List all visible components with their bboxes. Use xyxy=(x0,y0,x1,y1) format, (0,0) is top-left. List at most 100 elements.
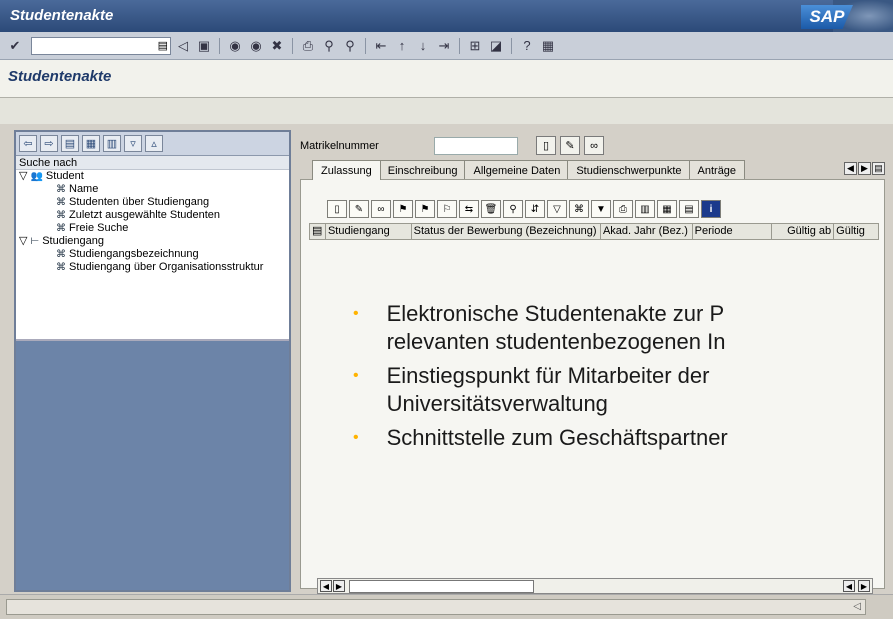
new-document-icon[interactable]: ▯ xyxy=(536,136,556,155)
find-icon[interactable]: ⚲ xyxy=(320,37,338,55)
spreadsheet-icon[interactable]: ▦ xyxy=(657,200,677,218)
bullet-item: • Elektronische Studentenakte zur Prelev… xyxy=(353,301,726,354)
scroll-left-icon[interactable]: ◀ xyxy=(320,580,332,592)
application-toolbar xyxy=(0,98,893,124)
scroll-left-end-icon[interactable]: ◀ xyxy=(843,580,855,592)
layout-grid-icon[interactable]: ▤ xyxy=(679,200,699,218)
table-icon[interactable]: ▥ xyxy=(103,135,121,152)
display-glasses-icon[interactable]: ∞ xyxy=(584,136,604,155)
col-gueltig-ab[interactable]: Gültig ab xyxy=(772,224,835,239)
col-gueltig[interactable]: Gültig xyxy=(834,224,878,239)
tab-allgemeine-daten[interactable]: Allgemeine Daten xyxy=(464,160,570,180)
filter-icon[interactable]: ▽ xyxy=(547,200,567,218)
info-icon[interactable]: i xyxy=(701,200,721,218)
layout-icon[interactable]: ▦ xyxy=(539,37,557,55)
forward-nav-icon[interactable]: ⇨ xyxy=(40,135,58,152)
new-session-icon[interactable]: ⊞ xyxy=(466,37,484,55)
tab-prev-icon[interactable]: ◀ xyxy=(844,162,857,175)
back-icon[interactable]: ◉ xyxy=(226,37,244,55)
dropdown-icon[interactable]: ▤ xyxy=(158,39,168,52)
tab-strip: Zulassung Einschreibung Allgemeine Daten… xyxy=(312,160,746,180)
window-title: Studentenakte xyxy=(10,7,114,24)
create-icon[interactable]: ▯ xyxy=(327,200,347,218)
tree-node-freie-suche[interactable]: ⌘ Freie Suche xyxy=(16,222,289,235)
scroll-right-end-icon[interactable]: ▶ xyxy=(858,580,870,592)
overlay-bullets: • Elektronische Studentenakte zur Prelev… xyxy=(353,300,893,458)
separator xyxy=(511,37,512,54)
cancel-icon[interactable]: ✖ xyxy=(268,37,286,55)
print-grid-icon[interactable]: ⎙ xyxy=(613,200,633,218)
tab-content: ▯ ✎ ∞ ⚑ ⚑ ⚐ ⇆ 🗑 ⚲ ⇵ ▽ ⌘ ▼ ⎙ ▥ ▦ ▤ i ▤ St… xyxy=(300,179,885,594)
collapse-triangle-icon[interactable]: ▽ xyxy=(19,170,27,183)
tree-node-studiengang[interactable]: ▽ ⊢ Studiengang xyxy=(16,235,289,248)
tab-einschreibung[interactable]: Einschreibung xyxy=(378,160,467,180)
flag-red-icon[interactable]: ⚑ xyxy=(415,200,435,218)
tree-node-studenten-ueber-studiengang[interactable]: ⌘ Studenten über Studiengang xyxy=(16,196,289,209)
horizontal-scrollbar[interactable]: ◀ ▶ ◀ ▶ xyxy=(317,578,873,594)
save-icon[interactable]: ▣ xyxy=(195,37,213,55)
tree-node-zuletzt-ausgewaehlte[interactable]: ⌘ Zuletzt ausgewählte Studenten xyxy=(16,209,289,222)
col-akad-jahr[interactable]: Akad. Jahr (Bez.) xyxy=(601,224,693,239)
select-all-icon[interactable]: ▤ xyxy=(310,224,326,239)
scroll-right-icon[interactable]: ▶ xyxy=(333,580,345,592)
window-titlebar: Studentenakte SAP xyxy=(0,0,893,32)
standard-toolbar: ✔ ▤ ◁ ▣ ◉ ◉ ✖ ⎙ ⚲ ⚲ ⇤ ↑ ↓ ⇥ ⊞ ◪ ? ▦ xyxy=(0,32,893,60)
tree-node-student[interactable]: ▽ 👥 Student xyxy=(16,170,289,183)
exit-icon[interactable]: ◉ xyxy=(247,37,265,55)
display-icon[interactable]: ∞ xyxy=(371,200,391,218)
sort-icon[interactable]: ⇵ xyxy=(525,200,545,218)
shortcut-icon[interactable]: ◪ xyxy=(487,37,505,55)
tree-node-studiengang-org[interactable]: ⌘ Studiengang über Organisationsstruktur xyxy=(16,261,289,274)
next-page-icon[interactable]: ↓ xyxy=(414,37,432,55)
tab-antraege[interactable]: Anträge xyxy=(688,160,746,180)
bullet-dot-icon: • xyxy=(353,429,359,446)
matrikel-input[interactable] xyxy=(434,137,518,155)
help-icon[interactable]: ? xyxy=(518,37,536,55)
print-icon[interactable]: ⎙ xyxy=(299,37,317,55)
tab-next-icon[interactable]: ▶ xyxy=(858,162,871,175)
flag-green-icon[interactable]: ⚑ xyxy=(393,200,413,218)
transfer-icon[interactable]: ⇆ xyxy=(459,200,479,218)
prev-page-icon[interactable]: ↑ xyxy=(393,37,411,55)
separator xyxy=(292,37,293,54)
filter-set-icon[interactable]: ▼ xyxy=(591,200,611,218)
tab-studienschwerpunkte[interactable]: Studienschwerpunkte xyxy=(567,160,691,180)
nav-toolbar: ⇦ ⇨ ▤ ▦ ▥ ▿ ▵ xyxy=(16,132,289,156)
flag-icon[interactable]: ⚐ xyxy=(437,200,457,218)
tree-node-studiengangsbezeichnung[interactable]: ⌘ Studiengangsbezeichnung xyxy=(16,248,289,261)
col-studiengang[interactable]: Studiengang xyxy=(326,224,412,239)
tab-list-icon[interactable]: ▤ xyxy=(872,162,885,175)
tab-zulassung[interactable]: Zulassung xyxy=(312,160,381,180)
col-status[interactable]: Status der Bewerbung (Bezeichnung) xyxy=(412,224,601,239)
first-page-icon[interactable]: ⇤ xyxy=(372,37,390,55)
find-next-icon[interactable]: ⚲ xyxy=(341,37,359,55)
collapse-triangle-icon[interactable]: ▽ xyxy=(19,235,27,248)
last-page-icon[interactable]: ⇥ xyxy=(435,37,453,55)
enter-icon[interactable]: ✔ xyxy=(6,37,24,55)
col-periode[interactable]: Periode xyxy=(693,224,773,239)
command-field[interactable]: ▤ xyxy=(31,36,171,55)
status-arrow-icon[interactable]: ◁ xyxy=(853,601,861,612)
edit-pencil-icon[interactable]: ✎ xyxy=(560,136,580,155)
collapse-icon[interactable]: ▵ xyxy=(145,135,163,152)
edit-icon[interactable]: ✎ xyxy=(349,200,369,218)
back-nav-icon[interactable]: ⇦ xyxy=(19,135,37,152)
tree-node-name[interactable]: ⌘ Name xyxy=(16,183,289,196)
find-grid-icon[interactable]: ⌘ xyxy=(569,200,589,218)
scroll-thumb[interactable] xyxy=(349,579,534,593)
expand-icon[interactable]: ▿ xyxy=(124,135,142,152)
separator xyxy=(219,37,220,54)
back-arrow-icon[interactable]: ◁ xyxy=(174,37,192,55)
binoculars-icon: ⌘ xyxy=(56,249,66,260)
bullet-item: • Schnittstelle zum Geschäftspartner xyxy=(353,425,728,450)
delete-icon[interactable]: 🗑 xyxy=(481,200,501,218)
export-icon[interactable]: ▥ xyxy=(635,200,655,218)
bullet-dot-icon: • xyxy=(353,367,359,384)
separator xyxy=(365,37,366,54)
details-icon[interactable]: ⚲ xyxy=(503,200,523,218)
history-icon[interactable]: ▤ xyxy=(61,135,79,152)
separator xyxy=(459,37,460,54)
status-bar: ◁ xyxy=(0,594,893,619)
grid-icon[interactable]: ▦ xyxy=(82,135,100,152)
binoculars-icon: ⌘ xyxy=(56,184,66,195)
